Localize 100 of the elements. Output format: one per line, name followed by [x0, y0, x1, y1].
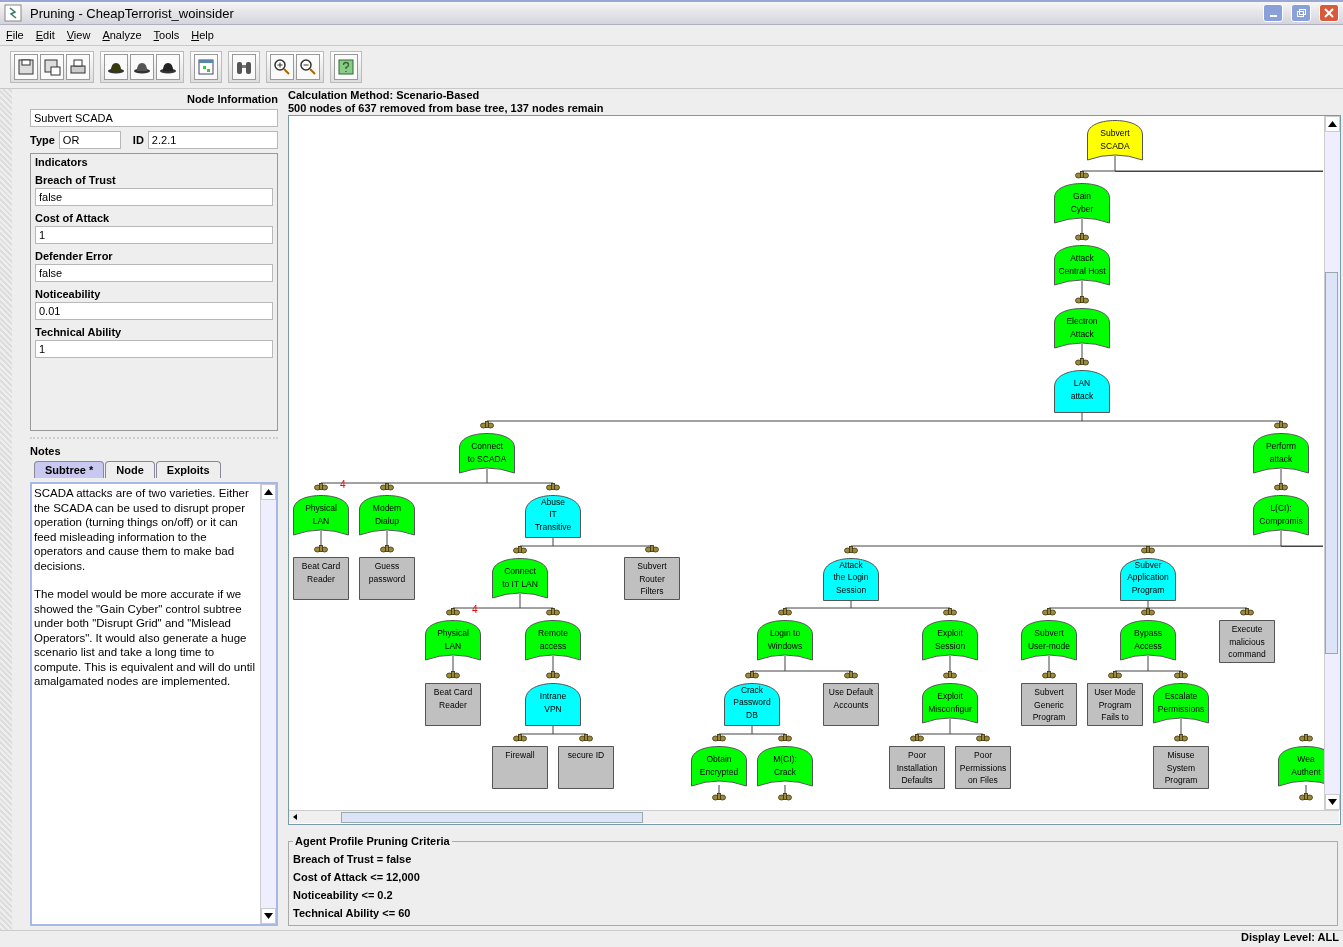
menu-item[interactable]: Edit: [35, 29, 55, 41]
link-icon: [513, 734, 527, 742]
tree-node[interactable]: Physical LAN: [293, 495, 349, 538]
restore-button[interactable]: [1291, 4, 1311, 22]
tree-node[interactable]: secure ID: [558, 746, 614, 789]
link-icon: [314, 483, 328, 491]
tree-node[interactable]: L(CI): Compromis: [1253, 495, 1309, 538]
minimize-button[interactable]: [1263, 4, 1283, 22]
tree-node[interactable]: User Mode Program Fails to: [1087, 683, 1143, 726]
tree-node[interactable]: Electron Attack: [1054, 308, 1110, 351]
link-icon: [1174, 671, 1188, 679]
tree-node[interactable]: Subvert Generic Program: [1021, 683, 1077, 726]
scroll-down-icon[interactable]: [264, 913, 273, 919]
indicator-field[interactable]: 1: [35, 226, 273, 244]
tree-node[interactable]: Login to Windows: [757, 620, 813, 663]
link-icon: [1274, 421, 1288, 429]
menu-item[interactable]: View: [66, 29, 91, 41]
connector-line: [718, 725, 786, 738]
tree-node[interactable]: Guess password: [359, 557, 415, 600]
scrollbar[interactable]: [289, 810, 1339, 823]
tree-node[interactable]: Exploit Misconfigur: [922, 683, 978, 726]
tree-node[interactable]: Intrane VPN: [525, 683, 581, 726]
indicator-label: Defender Error: [35, 250, 114, 262]
menu-item[interactable]: File: [6, 29, 24, 41]
zoom-out-button[interactable]: [296, 54, 320, 80]
tree-node[interactable]: Obtain Encrypted: [691, 746, 747, 789]
indicator-label: Technical Ability: [35, 326, 123, 338]
scrollbar[interactable]: [260, 484, 276, 924]
menu-item[interactable]: Help: [191, 29, 214, 41]
notes-tab[interactable]: Subtree *: [34, 461, 105, 478]
link-icon: [513, 546, 527, 554]
tree-node[interactable]: M(CI): Crack: [757, 746, 813, 789]
indicator-field[interactable]: false: [35, 188, 273, 206]
help-button[interactable]: [334, 54, 358, 80]
scroll-down-icon[interactable]: [1328, 799, 1337, 805]
tree-node[interactable]: Perform attack: [1253, 433, 1309, 476]
notes-text-area[interactable]: [30, 482, 278, 926]
print-button[interactable]: [66, 54, 90, 80]
tree-node[interactable]: Use Default Accounts: [823, 683, 879, 726]
notes-tab[interactable]: Exploits: [155, 461, 221, 478]
tree-view-button[interactable]: [194, 54, 218, 80]
node-name-field[interactable]: Subvert SCADA: [30, 109, 278, 127]
tree-node[interactable]: Remote access: [525, 620, 581, 663]
agent-button[interactable]: [104, 54, 128, 80]
close-button[interactable]: [1319, 4, 1339, 22]
panel-title: Notes: [30, 445, 62, 457]
scroll-up-icon[interactable]: [1328, 121, 1337, 127]
tree-node[interactable]: Connect to SCADA: [459, 433, 515, 476]
tree-node[interactable]: Subvert User-mode: [1021, 620, 1077, 663]
tree-node[interactable]: LAN attack: [1054, 370, 1110, 413]
criteria-line: Noticeability <= 0.2: [293, 888, 394, 903]
tree-node[interactable]: Firewall: [492, 746, 548, 789]
id-field[interactable]: 2.2.1: [147, 131, 278, 149]
indicator-field[interactable]: 1: [35, 340, 273, 358]
tree-node[interactable]: Execute malicious command: [1219, 620, 1275, 663]
tree-node[interactable]: Attack Central Host: [1054, 245, 1110, 288]
tree-node[interactable]: Exploit Session: [922, 620, 978, 663]
tree-node[interactable]: Subver Application Program: [1120, 558, 1176, 601]
link-icon: [579, 734, 593, 742]
tree-node[interactable]: Beat Card Reader: [425, 683, 481, 726]
link-icon: [844, 671, 858, 679]
count-label: 4: [340, 479, 346, 490]
tree-node[interactable]: Modem Dialup: [359, 495, 415, 538]
tree-node[interactable]: Crack Password DB: [724, 683, 780, 726]
tree-node[interactable]: Poor Permissions on Files: [955, 746, 1011, 789]
agent-button[interactable]: [130, 54, 154, 80]
tree-node[interactable]: Attack the Login Session: [823, 558, 879, 601]
agent-button[interactable]: [156, 54, 180, 80]
indicator-label: Cost of Attack: [35, 212, 111, 224]
link-icon: [943, 671, 957, 679]
tree-node[interactable]: Misuse System Program: [1153, 746, 1209, 789]
link-icon: [844, 546, 858, 554]
app-icon: [4, 4, 22, 22]
link-icon: [446, 608, 460, 616]
save-button[interactable]: [14, 54, 38, 80]
save-as-button[interactable]: [40, 54, 64, 80]
tree-node[interactable]: Connect to IT LAN: [492, 558, 548, 601]
indicator-field[interactable]: 0.01: [35, 302, 273, 320]
zoom-in-button[interactable]: [270, 54, 294, 80]
tree-node[interactable]: Beat Card Reader: [293, 557, 349, 600]
note-paragraph: The model would be more accurate if we showed the "Gain Cyber" control subtree under both "Disrupt Grid" and "Mislead Operators". It would also generate a huge scenario list and take a long time to compute. This is equivalent and will do until amalgamated nodes are implemented.: [34, 587, 256, 689]
tree-node[interactable]: Subvert SCADA: [1087, 120, 1143, 163]
tree-node[interactable]: Poor Installation Defaults: [889, 746, 945, 789]
tree-node[interactable]: Physical LAN: [425, 620, 481, 663]
indicator-field[interactable]: false: [35, 264, 273, 282]
scrollbar[interactable]: [1324, 116, 1340, 810]
menu-item[interactable]: Tools: [153, 29, 180, 41]
tree-node[interactable]: Escalate Permissions: [1153, 683, 1209, 726]
tree-node[interactable]: Subvert Router Filters: [624, 557, 680, 600]
menu-item[interactable]: Analyze: [102, 29, 142, 41]
scroll-up-icon[interactable]: [264, 489, 273, 495]
tree-node[interactable]: Abuse IT Transitive: [525, 495, 581, 538]
notes-tab[interactable]: Node: [105, 461, 155, 478]
tree-node[interactable]: Gain Cyber: [1054, 183, 1110, 226]
type-field[interactable]: OR: [58, 131, 121, 149]
help-icon: [337, 58, 355, 76]
tree-node[interactable]: Bypass Access: [1120, 620, 1176, 663]
calculation-method: Calculation Method: Scenario-Based: [288, 89, 481, 102]
link-icon: [976, 734, 990, 742]
find-button[interactable]: [232, 54, 256, 80]
